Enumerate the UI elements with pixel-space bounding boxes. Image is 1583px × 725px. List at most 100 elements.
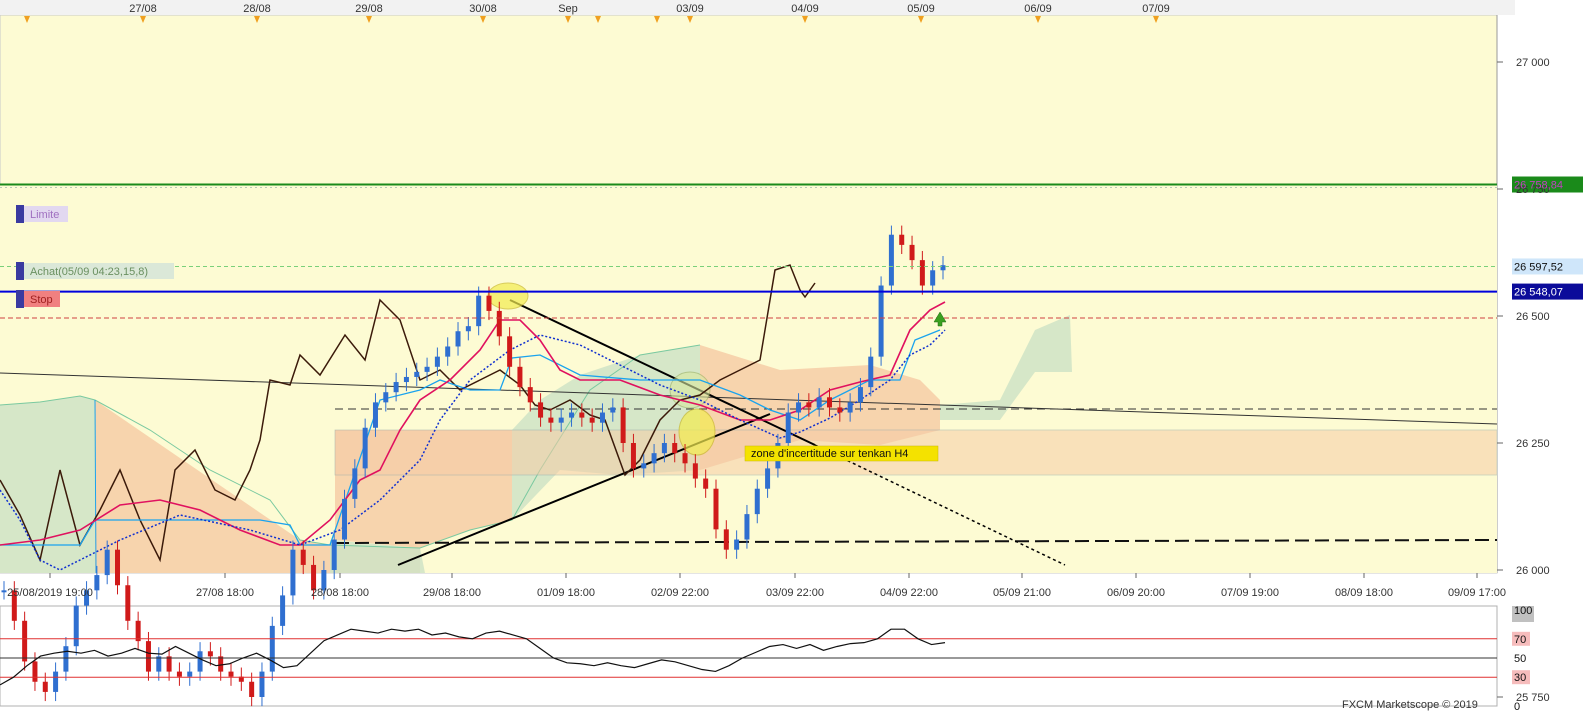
candle-body[interactable] <box>723 529 729 550</box>
candle-body[interactable] <box>249 681 255 697</box>
candle-body[interactable] <box>878 285 884 357</box>
candle-body[interactable] <box>651 453 657 464</box>
candle-body[interactable] <box>476 295 482 327</box>
candle-body[interactable] <box>145 641 151 672</box>
candle-body[interactable] <box>207 651 213 657</box>
candle-body[interactable] <box>868 356 874 388</box>
candle-body[interactable] <box>507 336 513 367</box>
candle-body[interactable] <box>414 371 420 377</box>
candle-body[interactable] <box>548 417 554 423</box>
candle-body[interactable] <box>744 514 750 540</box>
candle-body[interactable] <box>53 671 59 692</box>
annotation-label[interactable]: zone d'incertitude sur tenkan H4 <box>751 448 908 460</box>
candle-body[interactable] <box>569 412 575 418</box>
candle-body[interactable] <box>300 549 306 565</box>
candle-body[interactable] <box>589 417 595 423</box>
stop-label[interactable]: Stop <box>30 294 53 306</box>
candle-body[interactable] <box>558 417 564 423</box>
candle-body[interactable] <box>372 402 378 428</box>
candle-body[interactable] <box>32 661 38 682</box>
candle-body[interactable] <box>857 387 863 403</box>
candle-body[interactable] <box>919 260 925 286</box>
candle-body[interactable] <box>713 488 719 530</box>
candle-body[interactable] <box>888 234 894 286</box>
candle-body[interactable] <box>73 605 79 647</box>
candle-body[interactable] <box>734 539 740 550</box>
candle-body[interactable] <box>785 412 791 443</box>
candle-body[interactable] <box>94 575 100 591</box>
candle-body[interactable] <box>290 549 296 596</box>
candle-body[interactable] <box>125 585 131 621</box>
candle-body[interactable] <box>661 443 667 454</box>
top-date-label: 03/09 <box>676 3 704 15</box>
price-tick-label: 26 000 <box>1516 565 1550 577</box>
candle-body[interactable] <box>837 407 843 413</box>
candle-body[interactable] <box>486 295 492 311</box>
candle-body[interactable] <box>816 397 822 408</box>
candle-body[interactable] <box>765 468 771 489</box>
candle-body[interactable] <box>104 549 110 576</box>
candle-body[interactable] <box>331 539 337 570</box>
candle-body[interactable] <box>538 402 544 418</box>
candle-body[interactable] <box>517 366 523 388</box>
candle-body[interactable] <box>135 620 141 642</box>
candle-body[interactable] <box>228 671 234 677</box>
osc-tick-label: 70 <box>1514 634 1526 646</box>
candle-body[interactable] <box>496 310 502 337</box>
candle-body[interactable] <box>527 387 533 403</box>
candle-body[interactable] <box>806 402 812 408</box>
candle-body[interactable] <box>599 412 605 423</box>
buy-label[interactable]: Achat(05/09 04:23,15,8) <box>30 266 148 278</box>
candle-body[interactable] <box>403 376 409 383</box>
candle-body[interactable] <box>754 488 760 515</box>
candle-body[interactable] <box>434 356 440 367</box>
candle-body[interactable] <box>424 366 430 372</box>
candle-body[interactable] <box>156 656 162 672</box>
candle-body[interactable] <box>176 671 182 677</box>
candle-body[interactable] <box>630 443 636 469</box>
candle-body[interactable] <box>682 453 688 464</box>
limit-label[interactable]: Limite <box>30 209 59 221</box>
candle-body[interactable] <box>455 331 461 347</box>
candle-body[interactable] <box>930 270 936 286</box>
limit-label-marker <box>16 205 24 223</box>
candle-body[interactable] <box>115 549 121 586</box>
candle-body[interactable] <box>197 651 203 672</box>
bottom-date-label: 06/09 20:00 <box>1107 587 1165 599</box>
candle-body[interactable] <box>620 407 626 443</box>
candle-body[interactable] <box>465 326 471 332</box>
top-date-strip <box>0 0 1515 15</box>
candle-body[interactable] <box>393 382 399 393</box>
candle-body[interactable] <box>63 646 69 672</box>
candle-body[interactable] <box>187 671 193 677</box>
candle-body[interactable] <box>42 681 48 692</box>
candle-body[interactable] <box>352 468 358 499</box>
candle-body[interactable] <box>847 402 853 413</box>
candle-body[interactable] <box>445 346 451 357</box>
candle-body[interactable] <box>362 427 368 469</box>
candle-body[interactable] <box>672 443 678 454</box>
trading-chart: 27/08 28/08 29/08 30/08 Sep 03/09 04/09 05/09 06… <box>0 0 1583 720</box>
candle-body[interactable] <box>826 397 832 408</box>
stop-price-label: 26 548,07 <box>1514 287 1563 299</box>
candle-body[interactable] <box>909 244 915 261</box>
osc-tick-label: 50 <box>1514 653 1526 665</box>
candle-body[interactable] <box>899 234 905 245</box>
bottom-date-label: 27/08 18:00 <box>196 587 254 599</box>
candle-body[interactable] <box>796 402 802 413</box>
candle-body[interactable] <box>218 656 224 672</box>
candle-body[interactable] <box>610 407 616 413</box>
candle-body[interactable] <box>703 478 709 489</box>
candle-body[interactable] <box>22 620 28 662</box>
candle-body[interactable] <box>280 595 286 626</box>
candle-body[interactable] <box>692 463 698 479</box>
osc-tick-label: 30 <box>1514 672 1526 684</box>
candle-body[interactable] <box>269 625 275 672</box>
candle-body[interactable] <box>259 671 265 697</box>
candle-body[interactable] <box>166 656 172 672</box>
candle-body[interactable] <box>383 392 389 403</box>
candle-body[interactable] <box>641 463 647 469</box>
candle-body[interactable] <box>1 590 7 593</box>
candle-body[interactable] <box>579 412 585 418</box>
candle-body[interactable] <box>342 498 348 540</box>
